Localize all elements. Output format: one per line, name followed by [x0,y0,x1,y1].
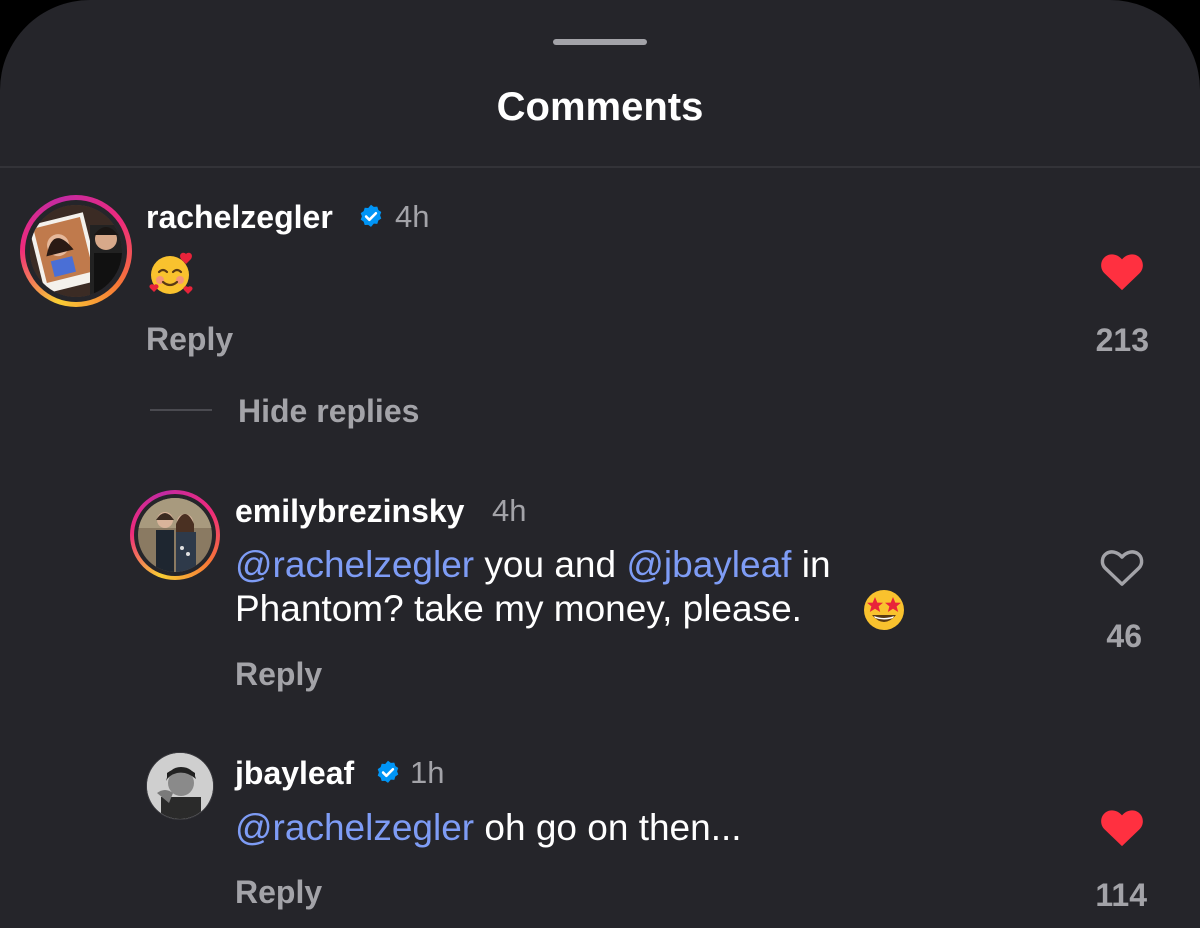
avatar-story-ring[interactable] [20,195,132,307]
reply-text-segment: Phantom? take my money, please. [235,588,802,629]
hide-replies-button[interactable]: Hide replies [238,391,419,431]
reply-text-segment: oh go on then... [474,807,742,848]
smiling-face-with-hearts-emoji [148,251,196,297]
heart-outline-icon[interactable] [1099,546,1145,588]
reply-button[interactable]: Reply [146,319,233,359]
reply-username[interactable]: jbayleaf [235,753,354,793]
heart-filled-icon[interactable] [1099,806,1145,848]
reply-time: 4h [492,493,527,528]
like-count: 114 [1095,877,1147,913]
heart-filled-icon[interactable] [1099,250,1145,292]
like-count: 213 [1095,322,1149,358]
avatar-story-ring[interactable] [130,490,220,580]
comments-sheet: Comments rachelzegler 4h Reply 213 Hide … [0,0,1200,928]
mention-link[interactable]: @rachelzegler [235,807,474,848]
reply-text-line-2: Phantom? take my money, please. [235,587,802,631]
comment-time: 4h [395,199,430,234]
reply-text-segment: you and [474,544,627,585]
reply-text-segment: in [791,544,831,585]
header-divider [0,166,1200,168]
reply-button[interactable]: Reply [235,654,322,694]
reply-username[interactable]: emilybrezinsky [235,491,464,531]
avatar-jbayleaf[interactable] [146,752,214,820]
mention-link[interactable]: @rachelzegler [235,544,474,585]
star-struck-emoji [860,587,908,633]
avatar-emilybrezinsky [138,498,212,572]
avatar-rachelzegler [30,205,122,297]
mention-link[interactable]: @jbayleaf [626,544,791,585]
hide-replies-line [150,409,212,411]
reply-time: 1h [410,755,445,790]
reply-text: @rachelzegler oh go on then... [235,806,742,850]
reply-button[interactable]: Reply [235,872,322,912]
verified-badge-icon [377,760,399,783]
reply-text-line-1: @rachelzegler you and @jbayleaf in [235,543,831,587]
like-count: 46 [1106,618,1142,654]
sheet-title: Comments [496,85,704,129]
drag-handle[interactable] [553,39,647,45]
verified-badge-icon [360,204,382,227]
comment-username[interactable]: rachelzegler [146,197,333,237]
